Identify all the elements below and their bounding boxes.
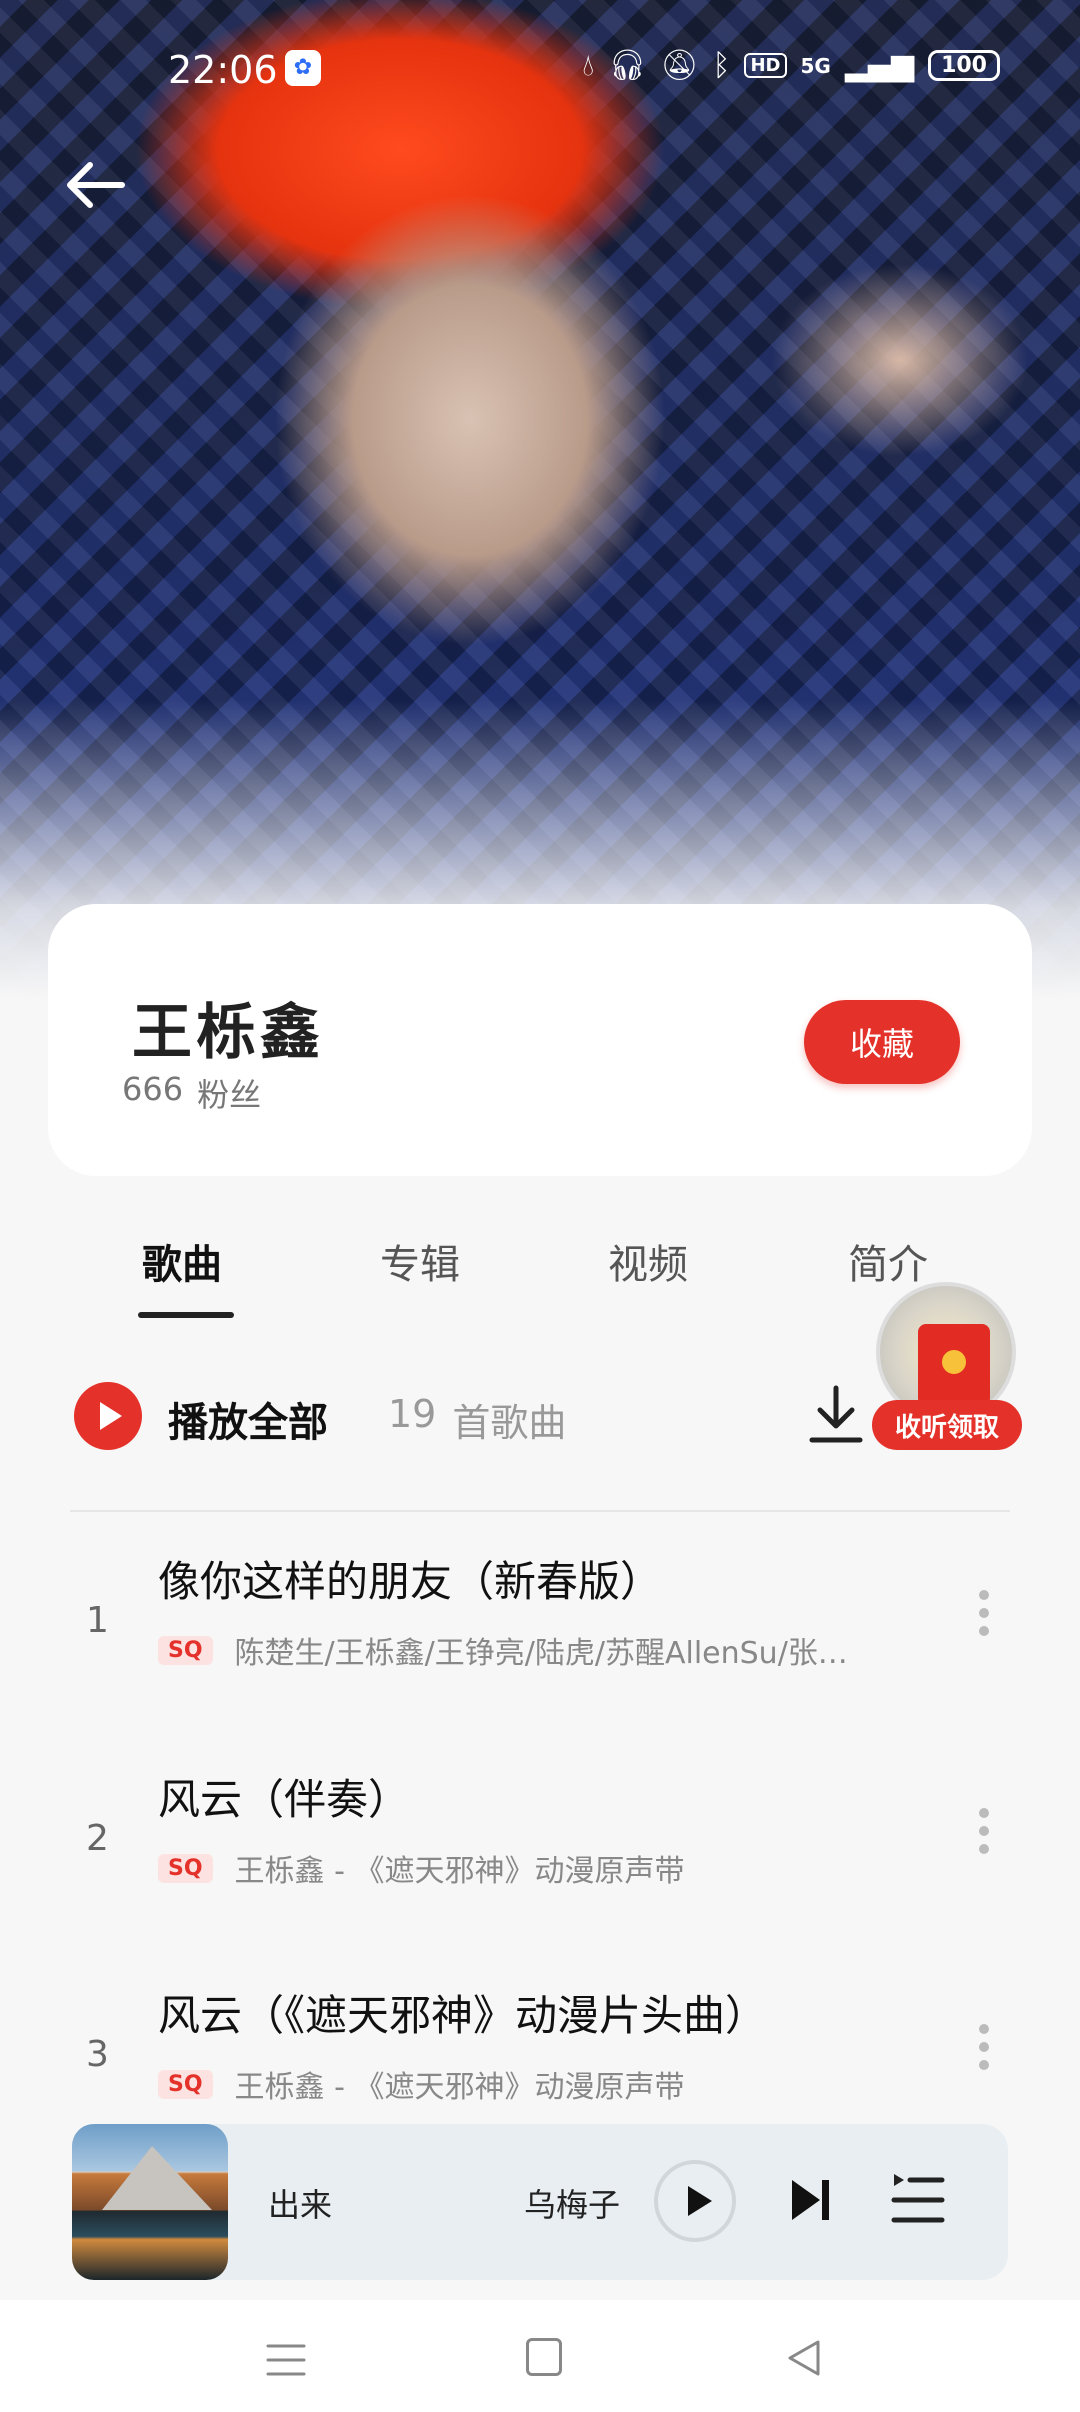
mini-player[interactable]: 出来 乌梅子	[72, 2124, 1008, 2280]
more-vertical-icon[interactable]	[976, 1590, 992, 1650]
quality-badge: SQ	[158, 2069, 213, 2099]
song-item[interactable]: 2 风云（伴奏） SQ 王栎鑫 - 《遮天邪神》动漫原声带	[0, 1748, 1080, 1948]
tab-albums[interactable]: 专辑	[380, 1232, 460, 1290]
song-index: 1	[86, 1600, 109, 1641]
song-meta: SQ 王栎鑫 - 《遮天邪神》动漫原声带	[158, 2062, 684, 2106]
play-all-icon[interactable]	[74, 1382, 142, 1450]
song-item[interactable]: 1 像你这样的朋友（新春版） SQ 陈楚生/王栎鑫/王铮亮/陆虎/苏醒Allen…	[0, 1530, 1080, 1730]
status-time: 22:06	[168, 48, 278, 92]
song-title[interactable]: 风云（伴奏）	[158, 1766, 410, 1827]
now-playing-title[interactable]: 出来	[268, 2180, 332, 2226]
recent-apps-icon[interactable]	[264, 2340, 308, 2380]
system-nav-bar	[0, 2300, 1080, 2412]
home-icon[interactable]	[526, 2338, 562, 2376]
nav-back-icon[interactable]	[784, 2338, 824, 2378]
favorite-button[interactable]: 收藏	[804, 1000, 960, 1084]
song-index: 3	[86, 2034, 109, 2075]
now-playing-cover[interactable]	[72, 2124, 228, 2280]
song-title[interactable]: 像你这样的朋友（新春版）	[158, 1548, 662, 1609]
battery-level: 100	[928, 50, 1000, 81]
song-count-unit: 首歌曲	[452, 1401, 567, 1445]
headphones-icon: 🎧︎	[608, 48, 647, 83]
fans-label: 粉丝	[197, 1076, 262, 1114]
song-count-number: 19	[388, 1392, 437, 1436]
bluetooth-icon: ᛒ	[712, 48, 731, 83]
play-all-label[interactable]: 播放全部	[168, 1390, 328, 1448]
song-artist: 王栎鑫 - 《遮天邪神》动漫原声带	[234, 2070, 685, 2105]
signal-icon: ▂▄▆	[844, 48, 915, 83]
baidu-paw-icon: ✿	[285, 50, 321, 86]
red-packet-widget[interactable]: 收听领取	[872, 1282, 1022, 1462]
status-icons: 💧︎ 🎧︎ 🔕︎ ᛒ HD 5G ▂▄▆ 100	[582, 48, 1000, 83]
play-pause-button[interactable]	[654, 2160, 736, 2242]
artist-name: 王栎鑫	[132, 998, 324, 1068]
playlist-icon[interactable]	[890, 2170, 946, 2230]
now-playing-artist[interactable]: 乌梅子	[524, 2180, 620, 2226]
network-type: 5G	[800, 53, 831, 78]
more-vertical-icon[interactable]	[976, 2024, 992, 2084]
song-title[interactable]: 风云（《遮天邪神》动漫片头曲）	[158, 1982, 767, 2043]
song-count: 19 首歌曲	[388, 1392, 566, 1447]
water-drop-icon: 💧︎	[582, 48, 595, 83]
back-arrow-icon[interactable]	[62, 160, 132, 210]
fans-info: 666 粉丝	[122, 1070, 261, 1116]
active-tab-indicator	[138, 1312, 234, 1318]
quality-badge: SQ	[158, 1635, 213, 1665]
song-artist: 陈楚生/王栎鑫/王铮亮/陆虎/苏醒AllenSu/张…	[234, 1636, 848, 1671]
song-meta: SQ 王栎鑫 - 《遮天邪神》动漫原声带	[158, 1846, 684, 1890]
next-track-icon[interactable]	[788, 2174, 832, 2226]
bell-muted-icon: 🔕︎	[660, 48, 699, 83]
tab-songs[interactable]: 歌曲	[142, 1232, 222, 1290]
song-meta: SQ 陈楚生/王栎鑫/王铮亮/陆虎/苏醒AllenSu/张…	[158, 1628, 848, 1672]
quality-badge: SQ	[158, 1853, 213, 1883]
more-vertical-icon[interactable]	[976, 1808, 992, 1868]
song-index: 2	[86, 1818, 109, 1859]
song-artist: 王栎鑫 - 《遮天邪神》动漫原声带	[234, 1854, 685, 1889]
red-packet-label[interactable]: 收听领取	[872, 1400, 1022, 1450]
hd-badge: HD	[744, 53, 787, 78]
fans-count: 666	[122, 1070, 184, 1108]
download-icon[interactable]	[808, 1382, 864, 1446]
divider	[70, 1510, 1010, 1512]
artist-info-card: 王栎鑫 666 粉丝 收藏	[48, 904, 1032, 1176]
status-bar: 22:06 ✿ 💧︎ 🎧︎ 🔕︎ ᛒ HD 5G ▂▄▆ 100	[0, 0, 1080, 130]
tab-videos[interactable]: 视频	[608, 1232, 688, 1290]
